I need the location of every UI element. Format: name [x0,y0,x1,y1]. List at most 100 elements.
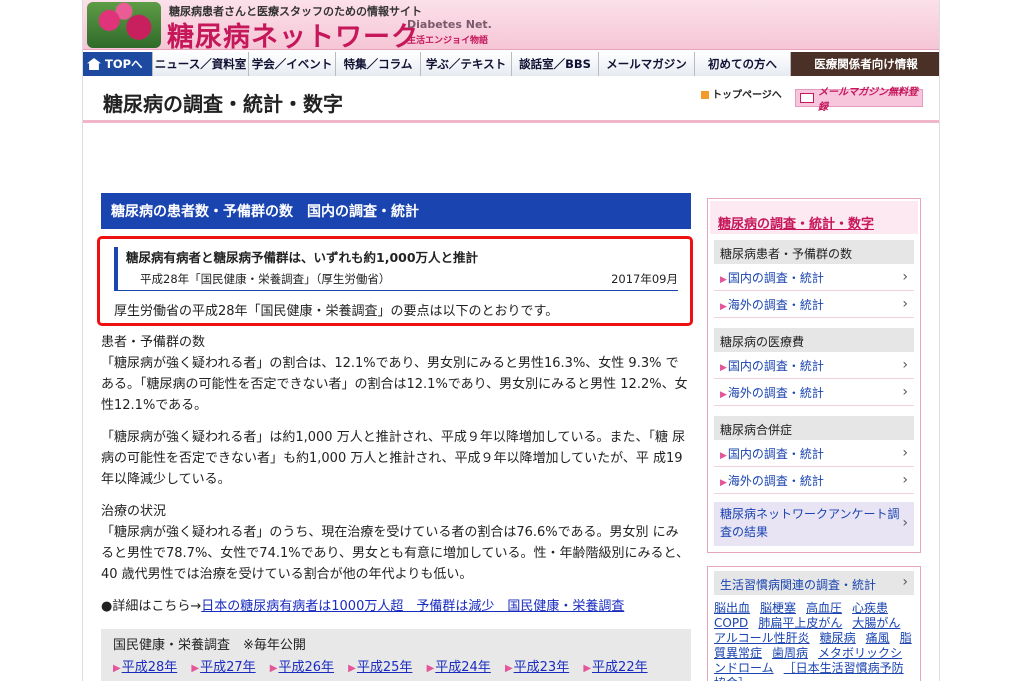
nav-features[interactable]: 特集／コラム [336,52,421,76]
main-content: 糖尿病の患者数・予備群の数 国内の調査・統計 糖尿病有病者と糖尿病予備群は、いず… [97,193,693,681]
sidebar-item-domestic[interactable]: ▶国内の調査・統計 › [714,440,914,467]
top-page-link-label: トップページへ [712,90,782,101]
page: 糖尿病患者さんと医療スタッフのための情報サイト 糖尿病ネットワーク Diabet… [82,0,940,681]
sidebar-item-label: 国内の調査・統計 [727,446,824,461]
arrow-icon: ▶ [269,663,278,674]
year-link[interactable]: 平成27年 [200,660,256,675]
year-link[interactable]: 平成25年 [357,660,413,675]
tag-link[interactable]: 大腸がん [852,616,900,630]
article-header: 糖尿病有病者と糖尿病予備群は、いずれも約1,000万人と推計 平成28年「国民健… [114,247,678,291]
tag-link[interactable]: 脳梗塞 [760,601,796,615]
sidebar-group-heading: 糖尿病合併症 [714,416,914,440]
article-body: 患者・予備群の数 「糖尿病が強く疑われる者」の割合は、12.1%であり、男女別に… [101,332,691,617]
chevron-right-icon: › [902,357,908,373]
paragraph-2: 「糖尿病が強く疑われる者」は約1,000 万人と推計され、平成９年以降増加してい… [101,430,686,487]
sidebar-title-label: 糖尿病の調査・統計・数字 [718,217,875,232]
nav-bbs[interactable]: 談話室／BBS [512,52,599,76]
detail-line: ●詳細はこちら→日本の糖尿病有病者は1000万人超 予備群は減少 国民健康・栄養… [101,596,691,617]
top-page-link[interactable]: トップページへ [701,86,782,101]
tag-link[interactable]: 歯周病 [772,646,808,660]
nav-learn[interactable]: 学ぶ／テキスト [421,52,512,76]
article-date: 2017年09月 [611,272,678,286]
sidebar-item-domestic[interactable]: ▶国内の調査・統計 › [714,264,914,291]
sidebar-item-overseas[interactable]: ▶海外の調査・統計 › [714,467,914,494]
chevron-right-icon: › [902,384,908,400]
chevron-right-icon: › [902,515,908,531]
article-title: 糖尿病有病者と糖尿病予備群は、いずれも約1,000万人と推計 [126,250,479,265]
sidebar-item-overseas[interactable]: ▶海外の調査・統計 › [714,291,914,318]
article-meta: 平成28年「国民健康・栄養調査」（厚生労働省） 2017年09月 [126,271,678,287]
sidebar-item-survey-results[interactable]: 糖尿病ネットワークアンケート調査の結果 › [714,502,914,546]
envelope-icon [800,93,814,103]
year-link[interactable]: 平成23年 [514,660,570,675]
mail-magazine-button[interactable]: メールマガジン無料登録 [795,87,923,113]
year-link[interactable]: 平成24年 [435,660,491,675]
site-name-en: Diabetes Net. [407,18,492,31]
tag-link[interactable]: アルコール性肝炎 [714,631,810,645]
chevron-right-icon: › [902,574,908,590]
sidebar: 糖尿病の調査・統計・数字 糖尿病患者・予備群の数 ▶国内の調査・統計 › ▶海外の… [707,198,921,553]
lifestyle-tags: 脳出血 脳梗塞 高血圧 心疾患 COPD 肺扁平上皮がん 大腸がんアルコール性肝炎 糖尿病 痛風… [714,601,914,681]
section-title: 糖尿病の患者数・予備群の数 国内の調査・統計 [101,193,691,229]
sidebar-title[interactable]: 糖尿病の調査・統計・数字 [708,199,920,236]
arrow-icon: ▶ [426,663,435,674]
nav-first-time[interactable]: 初めての方へ [695,52,791,76]
lifestyle-heading[interactable]: 生活習慣病関連の調査・統計 › [714,571,914,595]
tag-link[interactable]: 痛風 [866,631,890,645]
article-summary: 厚生労働省の平成28年「国民健康・栄養調査」の要点は以下のとおりです。 [114,304,559,319]
sub-brand: 生活エンジョイ物語 [407,36,489,46]
tag-link[interactable]: COPD [714,616,748,630]
tag-link[interactable]: 脳出血 [714,601,750,615]
sidebar-item-domestic[interactable]: ▶国内の調査・統計 › [714,352,914,379]
paragraph-1: 「糖尿病が強く疑われる者」の割合は、12.1%であり、男女別にみると男性16.3… [101,356,688,413]
chevron-right-icon: › [902,472,908,488]
chevron-right-icon: › [902,269,908,285]
arrow-icon: ▶ [348,663,356,674]
title-bar: 糖尿病の調査・統計・数字 トップページへ メールマガジン無料登録 [83,77,939,123]
page-title: 糖尿病の調査・統計・数字 [103,92,343,116]
year-link[interactable]: 平成28年 [122,660,178,675]
arrow-icon: ▶ [191,663,200,674]
arrow-icon: ▶ [720,389,727,400]
sidebar-item-label: 海外の調査・統計 [727,385,824,400]
sidebar-group-heading: 糖尿病患者・予備群の数 [714,240,914,264]
survey-years: ▶平成28年 ▶平成27年 ▶平成26年 ▶平成25年 ▶平成24年 ▶平成23… [113,657,679,680]
arrow-icon: ▶ [720,301,727,312]
year-link[interactable]: 平成26年 [278,660,334,675]
paragraph-3: 「糖尿病が強く疑われる者」のうち、現在治療を受けている者の割合は76.6%である… [101,525,690,582]
sidebar-item-label: 海外の調査・統計 [727,297,824,312]
sidebar-item-label: 国内の調査・統計 [727,358,824,373]
nav-mailmag[interactable]: メールマガジン [599,52,695,76]
year-link[interactable]: 平成22年 [592,660,648,675]
lifestyle-heading-label: 生活習慣病関連の調査・統計 [720,578,877,592]
arrow-square-icon [701,91,709,99]
tag-link[interactable]: 糖尿病 [820,631,856,645]
nav-medical[interactable]: 医療関係者向け情報 [791,52,939,76]
nav-news[interactable]: ニュース／資料室 [153,52,249,76]
sidebar-lifestyle: 生活習慣病関連の調査・統計 › 脳出血 脳梗塞 高血圧 心疾患 COPD 肺扁平上皮がん 大腸… [707,566,921,681]
flower-logo-icon[interactable] [87,2,161,48]
arrow-icon: ▶ [504,663,513,674]
arrow-icon: ▶ [720,450,727,461]
sidebar-item-overseas[interactable]: ▶海外の調査・統計 › [714,379,914,406]
heading-treatment: 治療の状況 [101,504,167,519]
arrow-icon: ▶ [720,274,727,285]
tag-link[interactable]: 高血圧 [806,601,842,615]
sidebar-group: 糖尿病ネットワークアンケート調査の結果 › [714,502,914,546]
detail-prefix: ●詳細はこちら→ [101,599,202,614]
arrow-icon: ▶ [720,477,727,488]
tag-link[interactable]: 肺扁平上皮がん [758,616,842,630]
sidebar-group: 糖尿病の医療費 ▶国内の調査・統計 › ▶海外の調査・統計 › [714,328,914,406]
global-nav: TOPへ ニュース／資料室 学会／イベント 特集／コラム 学ぶ／テキスト 談話室… [83,52,939,76]
arrow-icon: ▶ [113,663,121,674]
highlighted-article: 糖尿病有病者と糖尿病予備群は、いずれも約1,000万人と推計 平成28年「国民健… [97,236,693,326]
arrow-icon: ▶ [583,663,592,674]
survey-box: 国民健康・栄養調査 ※毎年公開 ▶平成28年 ▶平成27年 ▶平成26年 ▶平成… [101,629,691,681]
detail-link[interactable]: 日本の糖尿病有病者は1000万人超 予備群は減少 国民健康・栄養調査 [201,599,624,614]
mail-magazine-label: メールマガジン無料登録 [818,87,918,113]
chevron-right-icon: › [902,296,908,312]
site-name[interactable]: 糖尿病ネットワーク [167,15,419,54]
tag-link[interactable]: 心疾患 [852,601,888,615]
nav-top[interactable]: TOPへ [83,52,153,76]
nav-events[interactable]: 学会／イベント [249,52,336,76]
